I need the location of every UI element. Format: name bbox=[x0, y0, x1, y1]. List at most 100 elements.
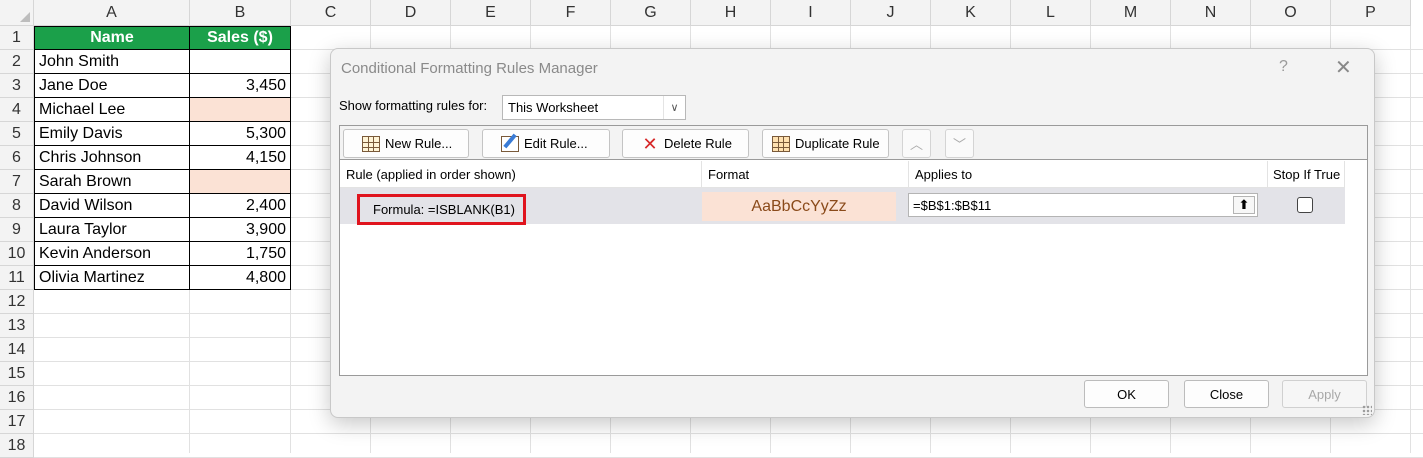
rule-formula-highlight[interactable]: Formula: =ISBLANK(B1) bbox=[357, 194, 526, 225]
conditional-formatting-rules-manager-dialog: Conditional Formatting Rules Manager ? ✕… bbox=[330, 48, 1375, 418]
row-header-3[interactable]: 3 bbox=[0, 74, 34, 98]
column-header-format[interactable]: Format bbox=[702, 161, 909, 188]
row-header-15[interactable]: 15 bbox=[0, 362, 34, 386]
name-cell[interactable]: Kevin Anderson bbox=[34, 242, 190, 266]
collapse-dialog-icon[interactable]: ⬆ bbox=[1233, 196, 1255, 214]
column-header-d[interactable]: D bbox=[371, 0, 451, 26]
row-header-13[interactable]: 13 bbox=[0, 314, 34, 338]
row-header-1[interactable]: 1 bbox=[0, 26, 34, 50]
row-header-7[interactable]: 7 bbox=[0, 170, 34, 194]
sales-cell[interactable]: 4,150 bbox=[190, 146, 291, 170]
column-header-n[interactable]: N bbox=[1171, 0, 1251, 26]
rule-row[interactable]: Formula: =ISBLANK(B1) AaBbCcYyZz =$B$1:$… bbox=[340, 188, 1345, 225]
name-cell[interactable]: Sarah Brown bbox=[34, 170, 190, 194]
sales-cell[interactable]: 3,450 bbox=[190, 74, 291, 98]
column-header-rule[interactable]: Rule (applied in order shown) bbox=[340, 161, 702, 188]
row-header-11[interactable]: 11 bbox=[0, 266, 34, 290]
chevron-down-icon: ﹀ bbox=[952, 137, 966, 152]
duplicate-rule-icon bbox=[772, 135, 790, 152]
column-header-g[interactable]: G bbox=[611, 0, 691, 26]
column-header-i[interactable]: I bbox=[771, 0, 851, 26]
row-header-10[interactable]: 10 bbox=[0, 242, 34, 266]
column-header-applies-to[interactable]: Applies to bbox=[909, 161, 1268, 188]
stop-if-true-checkbox[interactable] bbox=[1297, 197, 1313, 213]
sales-cell[interactable]: 1,750 bbox=[190, 242, 291, 266]
column-header-e[interactable]: E bbox=[451, 0, 531, 26]
rule-formula-text: Formula: =ISBLANK(B1) bbox=[373, 202, 515, 217]
edit-rule-label: Edit Rule... bbox=[524, 136, 588, 151]
duplicate-rule-label: Duplicate Rule bbox=[795, 136, 880, 151]
edit-rule-button[interactable]: Edit Rule... bbox=[482, 129, 610, 158]
gridline bbox=[1410, 26, 1411, 453]
name-cell[interactable]: Michael Lee bbox=[34, 98, 190, 122]
resize-grip-icon[interactable] bbox=[1362, 405, 1372, 415]
show-rules-select[interactable]: This Worksheet ∨ bbox=[502, 95, 686, 120]
column-header-j[interactable]: J bbox=[851, 0, 931, 26]
header-cell-sales[interactable]: Sales ($) bbox=[190, 26, 291, 50]
rules-table-header: Rule (applied in order shown) Format App… bbox=[340, 161, 1367, 188]
edit-rule-icon bbox=[501, 135, 519, 152]
new-rule-label: New Rule... bbox=[385, 136, 453, 151]
chevron-down-icon: ∨ bbox=[663, 96, 685, 119]
column-header-k[interactable]: K bbox=[931, 0, 1011, 26]
name-cell[interactable]: Jane Doe bbox=[34, 74, 190, 98]
name-cell[interactable]: John Smith bbox=[34, 50, 190, 74]
name-cell[interactable]: Olivia Martinez bbox=[34, 266, 190, 290]
sales-cell[interactable]: 3,900 bbox=[190, 218, 291, 242]
row-header-12[interactable]: 12 bbox=[0, 290, 34, 314]
new-rule-button[interactable]: New Rule... bbox=[343, 129, 469, 158]
chevron-up-icon: ︿ bbox=[909, 137, 923, 152]
close-icon[interactable]: ✕ bbox=[1335, 55, 1352, 80]
column-header-f[interactable]: F bbox=[531, 0, 611, 26]
sales-cell[interactable]: 2,400 bbox=[190, 194, 291, 218]
duplicate-rule-button[interactable]: Duplicate Rule bbox=[762, 129, 889, 158]
name-cell[interactable]: Emily Davis bbox=[34, 122, 190, 146]
row-header-17[interactable]: 17 bbox=[0, 410, 34, 434]
move-up-button[interactable]: ︿ bbox=[902, 129, 931, 158]
row-header-2[interactable]: 2 bbox=[0, 50, 34, 74]
delete-x-icon: ✕ bbox=[642, 133, 658, 154]
header-cell-name[interactable]: Name bbox=[34, 26, 190, 50]
column-header-c[interactable]: C bbox=[291, 0, 371, 26]
column-header-stop-if-true[interactable]: Stop If True bbox=[1268, 161, 1345, 188]
row-header-6[interactable]: 6 bbox=[0, 146, 34, 170]
sales-cell[interactable] bbox=[190, 170, 291, 194]
format-preview: AaBbCcYyZz bbox=[702, 192, 896, 221]
select-all-corner[interactable] bbox=[0, 0, 34, 26]
sales-cell[interactable]: 5,300 bbox=[190, 122, 291, 146]
show-rules-label: Show formatting rules for: bbox=[339, 98, 488, 113]
dialog-title: Conditional Formatting Rules Manager bbox=[341, 60, 598, 77]
move-down-button[interactable]: ﹀ bbox=[945, 129, 974, 158]
column-header-l[interactable]: L bbox=[1011, 0, 1091, 26]
apply-button[interactable]: Apply bbox=[1282, 380, 1367, 408]
name-cell[interactable]: Chris Johnson bbox=[34, 146, 190, 170]
name-cell[interactable]: Laura Taylor bbox=[34, 218, 190, 242]
applies-to-input[interactable]: =$B$1:$B$11 ⬆ bbox=[908, 193, 1258, 217]
column-header-o[interactable]: O bbox=[1251, 0, 1331, 26]
row-header-18[interactable]: 18 bbox=[0, 434, 34, 458]
applies-to-value: =$B$1:$B$11 bbox=[913, 197, 992, 213]
close-button[interactable]: Close bbox=[1184, 380, 1269, 408]
sales-cell[interactable] bbox=[190, 50, 291, 74]
gridline bbox=[34, 433, 1423, 434]
help-icon[interactable]: ? bbox=[1279, 58, 1288, 76]
name-cell[interactable]: David Wilson bbox=[34, 194, 190, 218]
rules-panel: New Rule... Edit Rule... ✕ Delete Rule D… bbox=[339, 125, 1368, 376]
sales-cell[interactable] bbox=[190, 98, 291, 122]
column-header-a[interactable]: A bbox=[34, 0, 190, 26]
delete-rule-button[interactable]: ✕ Delete Rule bbox=[622, 129, 749, 158]
sales-cell[interactable]: 4,800 bbox=[190, 266, 291, 290]
column-header-p[interactable]: P bbox=[1331, 0, 1411, 26]
row-header-16[interactable]: 16 bbox=[0, 386, 34, 410]
row-header-4[interactable]: 4 bbox=[0, 98, 34, 122]
ok-button[interactable]: OK bbox=[1084, 380, 1169, 408]
column-header-h[interactable]: H bbox=[691, 0, 771, 26]
row-header-9[interactable]: 9 bbox=[0, 218, 34, 242]
show-rules-select-value: This Worksheet bbox=[508, 100, 599, 115]
row-header-8[interactable]: 8 bbox=[0, 194, 34, 218]
delete-rule-label: Delete Rule bbox=[664, 136, 732, 151]
row-header-14[interactable]: 14 bbox=[0, 338, 34, 362]
column-header-m[interactable]: M bbox=[1091, 0, 1171, 26]
column-header-b[interactable]: B bbox=[190, 0, 291, 26]
row-header-5[interactable]: 5 bbox=[0, 122, 34, 146]
